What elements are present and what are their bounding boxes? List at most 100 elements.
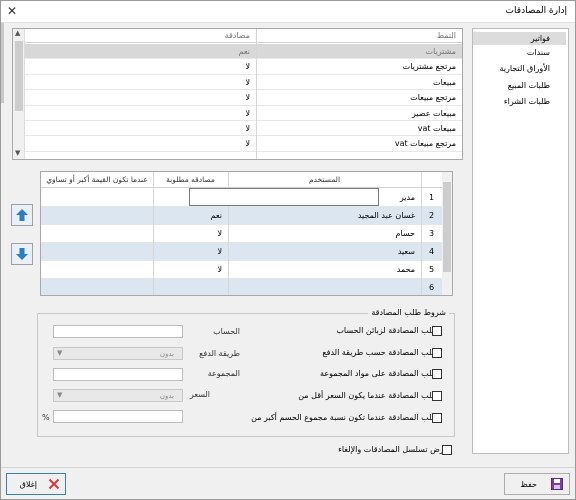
table-row[interactable]: لا مرتجع مبيعات vat bbox=[25, 136, 462, 152]
table-row[interactable]: لا مبيعات عصير bbox=[25, 106, 462, 121]
cell-approval: لا bbox=[245, 124, 250, 133]
cell-value bbox=[41, 225, 153, 243]
column-divider bbox=[256, 29, 257, 159]
arrow-up-icon bbox=[16, 209, 28, 221]
row-number: 6 bbox=[428, 283, 435, 292]
group-field[interactable] bbox=[53, 368, 183, 381]
category-item-sales-orders[interactable]: طلبات المبيع bbox=[473, 79, 566, 92]
arrow-down-icon bbox=[16, 248, 28, 260]
discount-ratio-field[interactable] bbox=[53, 410, 183, 423]
save-icon bbox=[551, 478, 563, 490]
row-number: 2 bbox=[428, 211, 435, 220]
bottom-divider bbox=[1, 467, 575, 468]
label-payment-method: طريقة الدفع bbox=[199, 349, 240, 358]
cancel-icon bbox=[48, 478, 60, 490]
doc-grid-header: مصادقة النمط bbox=[25, 29, 462, 43]
document-types-grid: ▲ ▼ مصادقة النمط نعم مشتريات لا مرتجع مش… bbox=[12, 28, 463, 160]
cell-value bbox=[41, 261, 153, 279]
save-label: حفظ bbox=[520, 479, 537, 489]
check-label-payment-method: طلب المصادقة حسب طريقة الدفع bbox=[322, 348, 438, 357]
category-item-vouchers[interactable]: سندات bbox=[473, 46, 566, 59]
cell-type: مرتجع مبيعات bbox=[410, 93, 456, 103]
cell-required bbox=[153, 279, 228, 295]
combo-value: بدون bbox=[159, 350, 174, 358]
row-number: 1 bbox=[428, 193, 435, 202]
checkbox-account-customers[interactable] bbox=[432, 326, 442, 336]
users-grid-scrollbar[interactable] bbox=[442, 172, 452, 295]
close-icon[interactable]: ✕ bbox=[7, 4, 17, 18]
scroll-up-icon[interactable]: ▲ bbox=[15, 29, 20, 37]
combo-value: بدون bbox=[159, 392, 174, 400]
header-when-value[interactable]: عندما تكون القيمة أكبر أو تساوي bbox=[41, 172, 153, 188]
category-item-invoices[interactable]: فواتير bbox=[473, 32, 566, 45]
cell-value bbox=[41, 243, 153, 261]
percent-sign: % bbox=[42, 413, 50, 422]
category-item-purchase-orders[interactable]: طلبات الشراء bbox=[473, 95, 566, 108]
move-down-button[interactable] bbox=[11, 243, 33, 265]
checkbox-enforce-sequence[interactable] bbox=[442, 445, 452, 455]
check-label-group-materials: طلب المصادقة على مواد المجموعة bbox=[320, 369, 438, 378]
checkbox-price-less[interactable] bbox=[432, 391, 442, 401]
table-row[interactable]: نعم غسان عبد المجيد 2 bbox=[41, 207, 442, 225]
save-button[interactable]: حفظ bbox=[504, 473, 570, 495]
column-divider bbox=[421, 172, 422, 295]
move-up-button[interactable] bbox=[11, 204, 33, 226]
checkbox-payment-method[interactable] bbox=[432, 348, 442, 358]
table-row[interactable]: نعم مشتريات bbox=[25, 44, 462, 60]
table-row[interactable]: لا مرتجع مشتريات bbox=[25, 59, 462, 75]
cell-user: محمد bbox=[396, 265, 415, 274]
row-number: 5 bbox=[428, 265, 435, 274]
cell-user: حسام bbox=[395, 229, 415, 238]
check-label-discount-ratio: طلب المصادقة عندما تكون نسبة مجموع الحسم… bbox=[251, 413, 438, 422]
chevron-down-icon: ▼ bbox=[57, 349, 63, 357]
scroll-thumb[interactable] bbox=[443, 182, 451, 272]
window-title: إدارة المصادقات bbox=[505, 6, 567, 16]
cell-value bbox=[41, 279, 153, 295]
close-button[interactable]: إغلاق bbox=[6, 473, 66, 495]
cell-type: مرتجع مبيعات vat bbox=[394, 139, 456, 149]
doc-grid-scrollbar[interactable]: ▲ ▼ bbox=[13, 29, 25, 159]
label-group: المجموعة bbox=[207, 369, 240, 378]
cell-type: مشتريات bbox=[425, 47, 456, 56]
chevron-down-icon: ▼ bbox=[57, 391, 63, 399]
category-list: فواتير سندات الأوراق التجارية طلبات المب… bbox=[472, 28, 569, 454]
user-edit-field[interactable] bbox=[189, 188, 379, 206]
users-grid-header: عندما تكون القيمة أكبر أو تساوي مصادقه م… bbox=[41, 172, 442, 188]
category-item-commercial-papers[interactable]: الأوراق التجارية bbox=[473, 62, 566, 75]
table-row[interactable]: لا مرتجع مبيعات bbox=[25, 90, 462, 106]
check-label-enforce-sequence: فرض تسلسل المصادقات والإلغاء bbox=[338, 445, 448, 454]
cell-required: نعم bbox=[210, 211, 222, 220]
table-row[interactable]: لا حسام 3 bbox=[41, 225, 442, 243]
header-required[interactable]: مصادقه مطلوبة bbox=[153, 172, 228, 188]
scroll-thumb[interactable] bbox=[15, 41, 23, 111]
header-user[interactable]: المستخدم bbox=[228, 172, 421, 188]
cell-approval: لا bbox=[245, 77, 250, 87]
row-number: 4 bbox=[428, 247, 435, 256]
scroll-down-icon[interactable]: ▼ bbox=[15, 149, 20, 157]
left-edge-band bbox=[1, 23, 4, 103]
cell-type: مبيعات عصير bbox=[411, 108, 456, 118]
table-row[interactable]: لا سعيد 4 bbox=[41, 243, 442, 261]
cell-type: مرتجع مشتريات bbox=[402, 62, 456, 72]
cell-approval: لا bbox=[245, 139, 250, 149]
checkbox-discount-ratio[interactable] bbox=[432, 413, 442, 423]
table-row[interactable]: لا محمد 5 bbox=[41, 261, 442, 279]
table-row[interactable]: لا مبيعات vat bbox=[25, 121, 462, 137]
dialog-window: إدارة المصادقات ✕ فواتير سندات الأوراق ا… bbox=[0, 0, 576, 500]
table-row[interactable]: لا مبيعات bbox=[25, 75, 462, 91]
cell-type: مبيعات vat bbox=[417, 124, 456, 133]
checkbox-group-materials[interactable] bbox=[432, 369, 442, 379]
price-select[interactable]: بدون ▼ bbox=[53, 389, 183, 402]
cell-type: مبيعات bbox=[433, 77, 456, 87]
table-row[interactable]: 6 bbox=[41, 279, 442, 295]
close-label: إغلاق bbox=[19, 479, 37, 489]
cell-required: لا bbox=[217, 229, 222, 238]
label-account: الحساب bbox=[213, 327, 240, 336]
payment-method-select[interactable]: بدون ▼ bbox=[53, 347, 183, 360]
group-title: شروط طلب المصادقة bbox=[368, 308, 449, 317]
header-approval[interactable]: مصادقة bbox=[25, 29, 256, 43]
header-type[interactable]: النمط bbox=[257, 29, 462, 43]
cell-user bbox=[228, 279, 421, 295]
account-field[interactable] bbox=[53, 325, 183, 338]
cell-value bbox=[41, 189, 153, 207]
